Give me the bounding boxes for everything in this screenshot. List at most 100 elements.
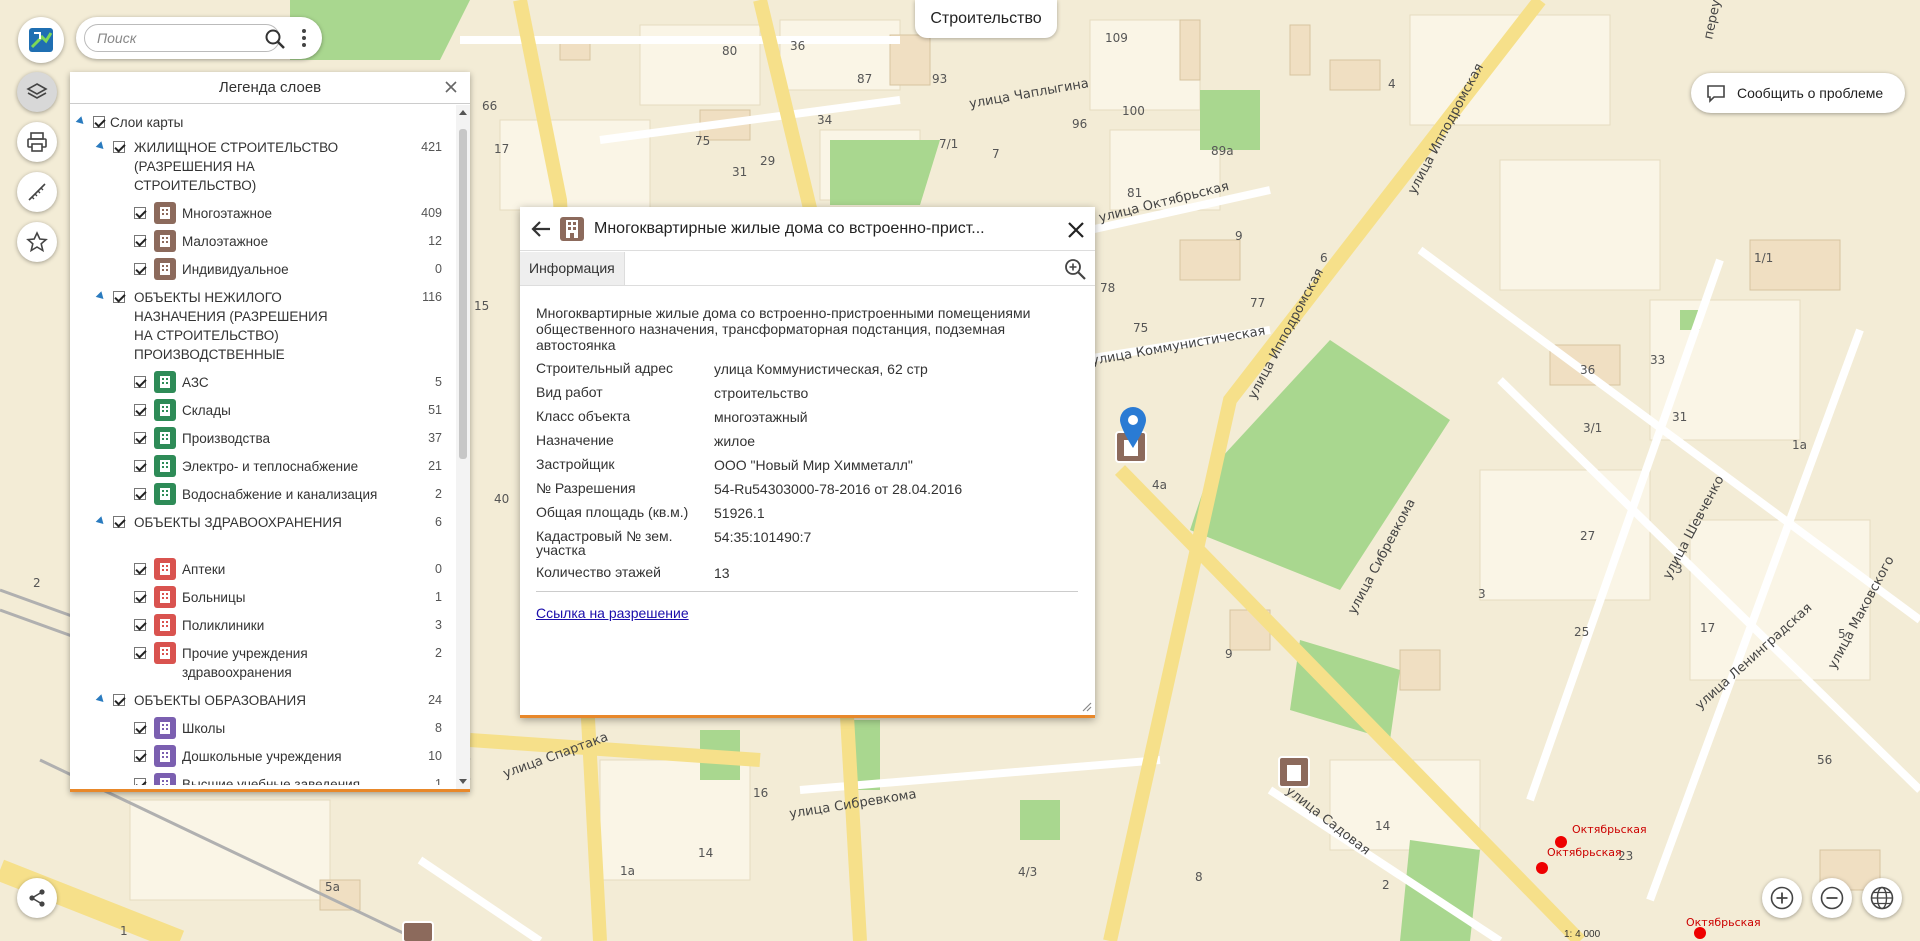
svg-text:80: 80 (722, 44, 737, 58)
popup-title: Многоквартирные жилые дома со встроенно-… (594, 220, 985, 237)
layer-checkbox[interactable] (113, 141, 125, 153)
expand-icon[interactable] (95, 291, 107, 302)
layer-checkbox[interactable] (134, 750, 146, 762)
tab-construction[interactable]: Строительство (915, 0, 1057, 38)
expand-icon[interactable] (95, 694, 107, 705)
layer-checkbox[interactable] (134, 722, 146, 734)
logo-icon (29, 28, 53, 52)
legend-count: 1 (435, 590, 442, 604)
zoom-in-button[interactable] (1762, 878, 1802, 918)
svg-text:78: 78 (1100, 281, 1115, 295)
highrise-icon (154, 202, 176, 224)
star-icon (26, 231, 48, 253)
share-button[interactable] (17, 878, 57, 918)
layer-checkbox[interactable] (134, 619, 146, 631)
layer-checkbox[interactable] (134, 563, 146, 575)
comment-icon (1707, 85, 1725, 103)
svg-text:1а: 1а (620, 864, 635, 878)
legend-label: Водоснабжение и канализация (182, 487, 378, 502)
svg-text:17: 17 (1700, 621, 1715, 635)
attribute-row: Класс объекта многоэтажный (536, 409, 1078, 425)
svg-text:1а: 1а (1792, 438, 1807, 452)
layers-button[interactable] (17, 72, 57, 112)
layer-checkbox[interactable] (134, 591, 146, 603)
resize-handle-icon[interactable] (1082, 702, 1092, 712)
scroll-down-icon[interactable] (459, 779, 467, 784)
svg-text:4: 4 (1388, 77, 1396, 91)
zoom-out-button[interactable] (1812, 878, 1852, 918)
back-arrow-icon[interactable] (530, 219, 552, 239)
expand-icon[interactable] (95, 141, 107, 152)
legend-label: Производства (182, 431, 271, 446)
basemap-button[interactable] (1862, 878, 1902, 918)
attribute-value: жилое (714, 433, 756, 449)
popup-header: Многоквартирные жилые дома со встроенно-… (520, 207, 1095, 251)
svg-text:4/3: 4/3 (1018, 865, 1037, 879)
svg-text:7: 7 (992, 147, 1000, 161)
legend-scrollbar[interactable] (456, 105, 470, 789)
layer-checkbox[interactable] (134, 207, 146, 219)
svg-text:3/1: 3/1 (1583, 421, 1602, 435)
attribute-key: Застройщик (536, 456, 615, 472)
svg-text:9: 9 (1225, 647, 1233, 661)
legend-count: 37 (428, 431, 442, 445)
layer-checkbox[interactable] (134, 647, 146, 659)
app-logo[interactable] (18, 17, 64, 63)
report-problem-button[interactable]: Сообщить о проблеме (1691, 73, 1905, 113)
layer-checkbox[interactable] (134, 404, 146, 416)
report-problem-label: Сообщить о проблеме (1737, 85, 1884, 101)
layer-checkbox[interactable] (134, 778, 146, 785)
svg-text:31: 31 (732, 165, 747, 179)
highrise-icon (560, 217, 584, 241)
legend-count: 0 (435, 262, 442, 276)
expand-icon[interactable] (75, 116, 87, 127)
search-icon[interactable] (264, 28, 286, 50)
layer-checkbox[interactable] (134, 235, 146, 247)
close-icon[interactable] (1065, 219, 1087, 241)
permit-link[interactable]: Ссылка на разрешение (536, 605, 689, 621)
attribute-key: Класс объекта (536, 408, 631, 424)
search-input[interactable] (84, 24, 280, 52)
measure-button[interactable] (17, 172, 57, 212)
print-button[interactable] (17, 122, 57, 162)
construction-marker[interactable] (402, 921, 434, 941)
zoom-to-icon[interactable] (1063, 257, 1087, 281)
svg-text:96: 96 (1072, 117, 1087, 131)
svg-text:81: 81 (1127, 186, 1142, 200)
layer-checkbox[interactable] (113, 516, 125, 528)
svg-text:16: 16 (753, 786, 768, 800)
layer-checkbox[interactable] (134, 263, 146, 275)
legend-count: 24 (428, 693, 442, 707)
zoom-in-icon (1770, 886, 1794, 910)
construction-marker[interactable] (1278, 756, 1310, 788)
scroll-thumb[interactable] (459, 129, 467, 459)
layer-checkbox[interactable] (134, 376, 146, 388)
svg-text:33: 33 (1650, 353, 1665, 367)
attribute-value: 54:35:101490:7 (714, 529, 812, 545)
expand-icon[interactable] (95, 516, 107, 527)
layer-checkbox[interactable] (134, 488, 146, 500)
legend-header: Легенда слоев (70, 72, 470, 104)
more-options-icon[interactable] (298, 27, 310, 51)
feature-info-popup: Многоквартирные жилые дома со встроенно-… (520, 207, 1095, 718)
layer-checkbox[interactable] (113, 694, 125, 706)
close-icon[interactable] (442, 78, 460, 96)
legend-label: АЗС (182, 375, 209, 390)
warehouse-icon (154, 399, 176, 421)
scroll-up-icon[interactable] (459, 110, 467, 115)
object-description: Многоквартирные жилые дома со встроенно-… (536, 305, 1031, 353)
legend-count: 0 (435, 562, 442, 576)
layer-checkbox[interactable] (134, 460, 146, 472)
attribute-value: строительство (714, 385, 809, 401)
root-checkbox[interactable] (93, 116, 105, 128)
favorites-button[interactable] (17, 222, 57, 262)
kindergarten-icon (154, 745, 176, 767)
tab-information[interactable]: Информация (520, 252, 625, 285)
layer-checkbox[interactable] (113, 291, 125, 303)
legend-count: 51 (428, 403, 442, 417)
svg-text:36: 36 (790, 39, 805, 53)
legend-label: Школы (182, 721, 226, 736)
legend-label: Электро- и теплоснабжение (182, 459, 359, 474)
svg-text:40: 40 (494, 492, 509, 506)
layer-checkbox[interactable] (134, 432, 146, 444)
